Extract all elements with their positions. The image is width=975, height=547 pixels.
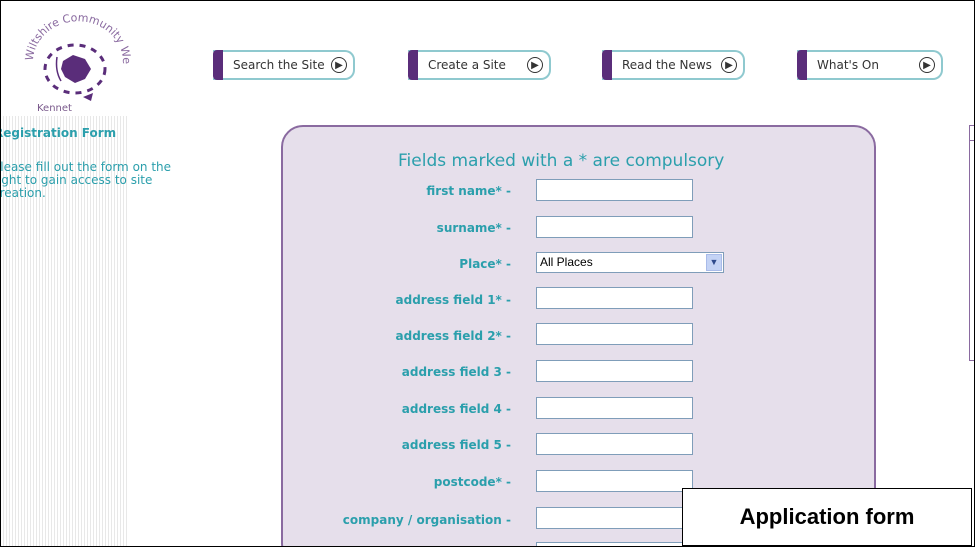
nav-label: What's On: [817, 58, 879, 72]
next-field-input[interactable]: [536, 542, 693, 546]
address-3-input[interactable]: [536, 360, 693, 382]
arrow-right-icon: ▶: [721, 57, 737, 73]
page-frame: Wiltshire Community Web Kennet Search th…: [0, 0, 975, 547]
address-4-input[interactable]: [536, 397, 693, 419]
arrow-right-icon: ▶: [919, 57, 935, 73]
nav-label: Search the Site: [233, 58, 325, 72]
site-logo[interactable]: Wiltshire Community Web Kennet: [12, 1, 134, 114]
first-name-label: first name* -: [426, 184, 511, 198]
first-name-input[interactable]: [536, 179, 693, 201]
right-panel-edge-top: [969, 125, 974, 141]
arrow-right-icon: ▶: [527, 57, 543, 73]
address-2-input[interactable]: [536, 323, 693, 345]
form-heading: Fields marked with a * are compulsory: [398, 151, 725, 171]
place-select-value: All Places: [540, 255, 593, 269]
sidebar-description: Please fill out the form on the right to…: [0, 160, 172, 200]
nav-create-site-button[interactable]: Create a Site ▶: [408, 50, 551, 80]
nav-label: Read the News: [622, 58, 712, 72]
surname-input[interactable]: [536, 216, 693, 238]
address-1-input[interactable]: [536, 287, 693, 309]
address-3-label: address field 3 -: [401, 365, 511, 379]
caption-label: Application form: [682, 488, 972, 546]
nav-button-cap: [213, 50, 223, 80]
company-label: company / organisation -: [342, 513, 511, 527]
surname-label: surname* -: [436, 221, 511, 235]
address-4-label: address field 4 -: [401, 402, 511, 416]
place-select[interactable]: All Places ▼: [536, 252, 724, 273]
nav-whats-on-button[interactable]: What's On ▶: [797, 50, 943, 80]
postcode-input[interactable]: [536, 470, 693, 492]
address-2-label: address field 2* -: [395, 329, 512, 343]
postcode-label: postcode* -: [433, 475, 511, 489]
nav-read-news-button[interactable]: Read the News ▶: [602, 50, 745, 80]
right-panel-edge: [969, 125, 974, 361]
address-1-label: address field 1* -: [395, 293, 512, 307]
sidebar-title: Registration Form: [0, 126, 117, 140]
wiltshire-logo-icon: Wiltshire Community Web: [12, 1, 133, 101]
address-5-input[interactable]: [536, 433, 693, 455]
place-label: Place* -: [459, 257, 511, 271]
nav-label: Create a Site: [428, 58, 506, 72]
company-input[interactable]: [536, 507, 693, 529]
address-5-label: address field 5 -: [401, 438, 511, 452]
chevron-down-icon[interactable]: ▼: [706, 254, 722, 271]
nav-button-cap: [797, 50, 807, 80]
nav-button-cap: [408, 50, 418, 80]
nav-search-site-button[interactable]: Search the Site ▶: [213, 50, 355, 80]
arrow-right-icon: ▶: [331, 57, 347, 73]
nav-button-cap: [602, 50, 612, 80]
logo-area-label: Kennet: [37, 103, 72, 114]
